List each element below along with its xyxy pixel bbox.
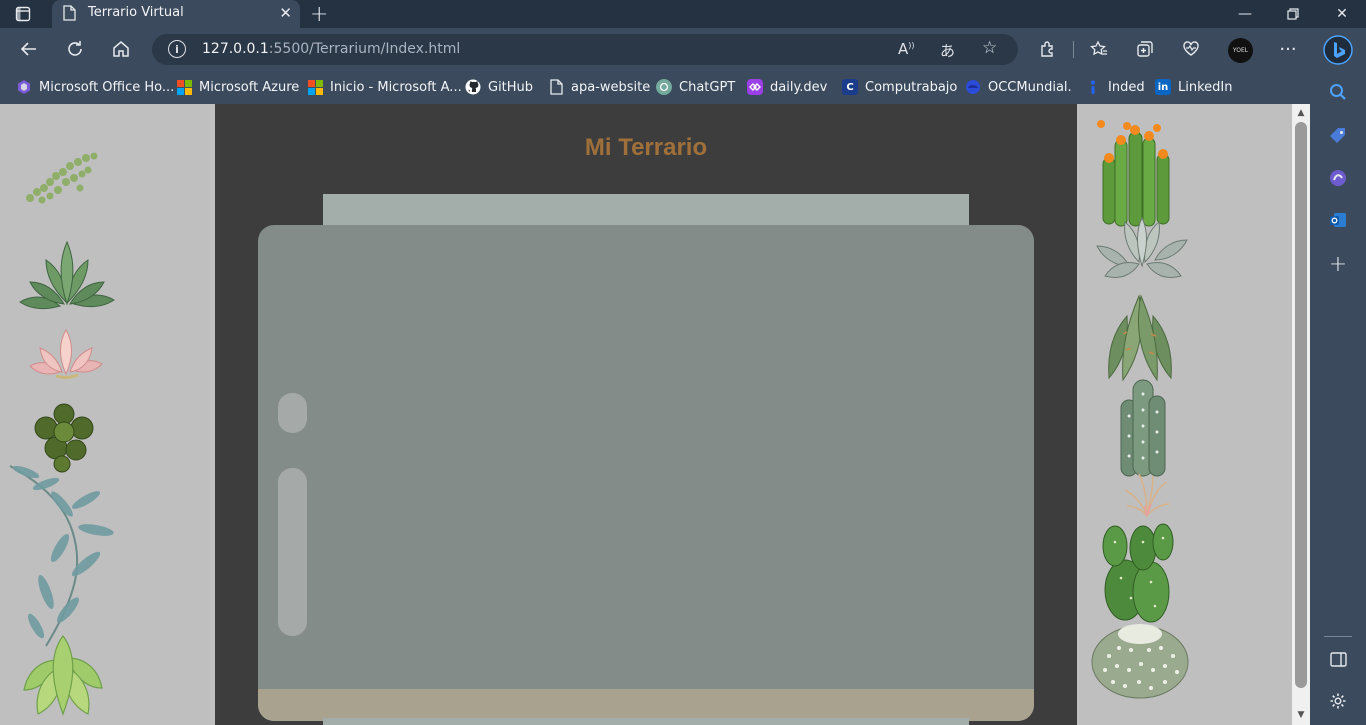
plant-green-rosette[interactable] <box>16 240 118 320</box>
bookmark-item[interactable]: GitHub <box>465 77 533 97</box>
occ-icon <box>965 79 981 95</box>
dailydev-icon <box>747 79 763 95</box>
bookmark-label: Computrabajo <box>865 79 958 95</box>
bookmark-item[interactable]: apa-website <box>548 77 650 97</box>
page-icon <box>63 5 77 22</box>
jar-body[interactable] <box>258 225 1034 721</box>
site-info-icon[interactable]: i <box>168 40 186 58</box>
bookmark-item[interactable]: Microsoft Office Ho... <box>16 77 174 97</box>
page-title: Mi Terrario <box>584 134 708 161</box>
sidebar-divider <box>1324 636 1352 637</box>
extensions-icon[interactable] <box>1037 38 1059 60</box>
plant-grey-echeveria[interactable] <box>1095 216 1189 288</box>
bookmark-item[interactable]: Inicio - Microsoft A... <box>307 77 462 97</box>
linkedin-icon: in <box>1155 79 1171 95</box>
edge-sidebar: + <box>1310 28 1366 725</box>
github-icon <box>465 79 481 95</box>
url-host: 127.0.0.1 <box>202 41 269 57</box>
favorite-star-icon[interactable]: ☆ <box>982 38 997 58</box>
toolbar-separator <box>1073 41 1074 58</box>
address-bar[interactable]: i 127.0.0.1:5500/Terrarium/Index.html A)… <box>152 34 1018 65</box>
shopping-tag-icon[interactable] <box>1327 125 1349 147</box>
copilot-icon[interactable] <box>1327 167 1349 189</box>
plant-air-plant[interactable] <box>1123 470 1171 518</box>
bookmark-item[interactable]: ChatGPT <box>656 77 735 97</box>
close-window-icon[interactable]: ✕ <box>1319 3 1365 25</box>
url-path: :5500/Terrarium/Index.html <box>268 41 461 57</box>
scroll-down-icon[interactable]: ▼ <box>1296 710 1306 720</box>
plant-prickly-pear[interactable] <box>1101 518 1175 628</box>
back-icon[interactable] <box>18 38 40 60</box>
sidebar-toggle-icon[interactable] <box>1327 648 1349 670</box>
office-icon <box>16 79 32 95</box>
bookmark-label: Inicio - Microsoft A... <box>330 79 462 95</box>
page-viewport: Mi Terrario ▲ ▼ <box>0 104 1310 725</box>
tab-title: Terrario Virtual <box>88 5 184 20</box>
plant-pink-succulent[interactable] <box>26 326 106 382</box>
translate-icon[interactable]: あ <box>940 40 955 61</box>
home-icon[interactable] <box>110 38 132 60</box>
bookmark-label: ChatGPT <box>679 79 736 95</box>
minimize-icon[interactable]: — <box>1222 3 1268 25</box>
outlook-icon[interactable] <box>1327 209 1349 231</box>
bookmark-item[interactable]: OCCMundial. <box>965 77 1072 97</box>
chatgpt-icon <box>656 79 672 95</box>
bookmark-label: OCCMundial. <box>988 79 1072 95</box>
url-text: 127.0.0.1:5500/Terrarium/Index.html <box>202 41 460 57</box>
more-options-icon[interactable]: ··· <box>1277 38 1299 60</box>
plant-string-of-pearls[interactable] <box>20 148 104 208</box>
jar-bottom-lip <box>323 718 969 725</box>
scroll-up-icon[interactable]: ▲ <box>1296 108 1306 118</box>
plant-eucalyptus-branch[interactable] <box>6 460 120 648</box>
restore-icon[interactable] <box>1270 3 1316 25</box>
browser-tab[interactable]: Terrario Virtual ✕ <box>52 0 300 28</box>
bing-copilot-icon[interactable] <box>1323 35 1353 65</box>
performance-heart-icon[interactable] <box>1180 38 1202 60</box>
bookmark-label: LinkedIn <box>1178 79 1233 95</box>
bookmark-item[interactable]: C Computrabajo <box>842 77 957 97</box>
profile-avatar[interactable]: YOEL <box>1228 38 1253 63</box>
bookmarks-bar: Microsoft Office Ho... Microsoft Azure I… <box>0 70 1310 104</box>
jar-glossy-long <box>278 468 307 636</box>
add-sidebar-app-icon[interactable]: + <box>1327 252 1349 277</box>
indeed-icon <box>1085 79 1101 95</box>
close-tab-icon[interactable]: ✕ <box>279 4 292 22</box>
collections-icon[interactable] <box>1134 38 1156 60</box>
bookmark-item[interactable]: daily.dev <box>747 77 827 97</box>
bookmark-item[interactable]: in LinkedIn <box>1155 77 1232 97</box>
page-icon <box>548 79 564 95</box>
bookmark-label: GitHub <box>488 79 534 95</box>
title-bar: Terrario Virtual ✕ + — ✕ <box>0 0 1366 28</box>
plant-lime-rosette[interactable] <box>18 630 108 718</box>
plant-white-globe-cactus[interactable] <box>1089 620 1191 700</box>
plant-column-cactus[interactable] <box>1117 376 1169 480</box>
plant-aloe[interactable] <box>1103 292 1177 382</box>
bookmark-label: Inded <box>1108 79 1145 95</box>
terrarium-area: Mi Terrario <box>215 104 1077 725</box>
plant-flowering-cactus[interactable] <box>1097 118 1179 230</box>
read-aloud-icon[interactable]: A)) <box>898 40 915 58</box>
computrabajo-icon: C <box>842 79 858 95</box>
bookmark-item[interactable]: Microsoft Azure <box>176 77 299 97</box>
microsoft-icon <box>176 79 192 95</box>
bookmark-label: Microsoft Azure <box>199 79 300 95</box>
bookmark-item[interactable]: Inded <box>1085 77 1145 97</box>
tab-actions-icon[interactable] <box>14 5 32 23</box>
right-plant-holder <box>1077 104 1292 725</box>
bookmark-label: apa-website <box>571 79 651 95</box>
left-plant-holder <box>0 104 215 725</box>
bookmark-label: Microsoft Office Ho... <box>39 79 175 95</box>
search-icon[interactable] <box>1327 81 1349 103</box>
bookmark-label: daily.dev <box>770 79 828 95</box>
jar-glossy-short <box>278 393 307 433</box>
microsoft-icon <box>307 79 323 95</box>
navigation-bar: i 127.0.0.1:5500/Terrarium/Index.html A)… <box>0 28 1310 70</box>
new-tab-icon[interactable]: + <box>310 2 328 27</box>
refresh-icon[interactable] <box>64 38 86 60</box>
jar-dirt <box>258 689 1034 721</box>
scrollbar-thumb[interactable] <box>1295 122 1307 688</box>
page-scrollbar[interactable]: ▲ ▼ <box>1292 104 1310 725</box>
settings-gear-icon[interactable] <box>1327 690 1349 712</box>
favorites-icon[interactable] <box>1088 38 1110 60</box>
